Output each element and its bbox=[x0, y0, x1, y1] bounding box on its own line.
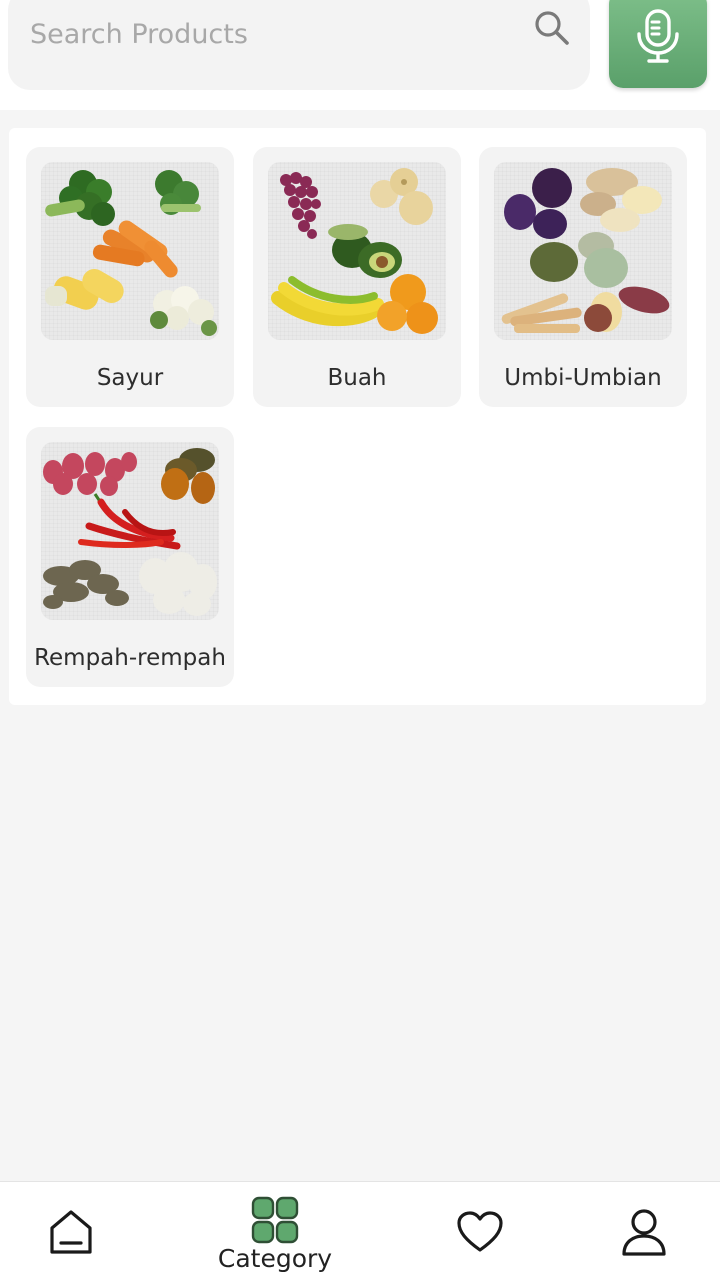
microphone-icon bbox=[633, 8, 683, 64]
app-screen: Sayur bbox=[0, 0, 720, 1280]
search-input[interactable] bbox=[30, 8, 500, 60]
category-label: Rempah-rempah bbox=[34, 645, 226, 671]
category-image-vegetables bbox=[41, 162, 219, 340]
search-box[interactable] bbox=[8, 0, 590, 90]
nav-label-category: Category bbox=[217, 1244, 333, 1273]
category-image-tubers bbox=[494, 162, 672, 340]
nav-item-profile[interactable] bbox=[575, 1182, 715, 1280]
category-card-umbi-umbian[interactable]: Umbi-Umbian bbox=[479, 147, 687, 407]
voice-search-button[interactable] bbox=[609, 0, 707, 88]
category-grid-icon bbox=[251, 1196, 299, 1248]
nav-item-favorites[interactable] bbox=[410, 1182, 550, 1280]
heart-icon bbox=[456, 1210, 504, 1258]
category-grid: Sayur Buah Umbi-Umbian Rempah-rempah bbox=[9, 128, 706, 705]
category-label: Umbi-Umbian bbox=[504, 365, 662, 391]
nav-item-home[interactable] bbox=[0, 1182, 140, 1280]
user-icon bbox=[621, 1208, 667, 1260]
top-bar bbox=[0, 0, 720, 110]
category-card-sayur[interactable]: Sayur bbox=[26, 147, 234, 407]
category-label: Sayur bbox=[96, 365, 164, 391]
bottom-navigation: Category bbox=[0, 1181, 720, 1280]
category-label: Buah bbox=[327, 365, 387, 391]
nav-item-category[interactable]: Category bbox=[205, 1182, 345, 1280]
category-card-buah[interactable]: Buah bbox=[253, 147, 461, 407]
category-image-spices bbox=[41, 442, 219, 620]
home-icon bbox=[48, 1208, 94, 1260]
category-card-rempah-rempah[interactable]: Rempah-rempah bbox=[26, 427, 234, 687]
search-icon[interactable] bbox=[532, 8, 572, 48]
category-image-fruits bbox=[268, 162, 446, 340]
